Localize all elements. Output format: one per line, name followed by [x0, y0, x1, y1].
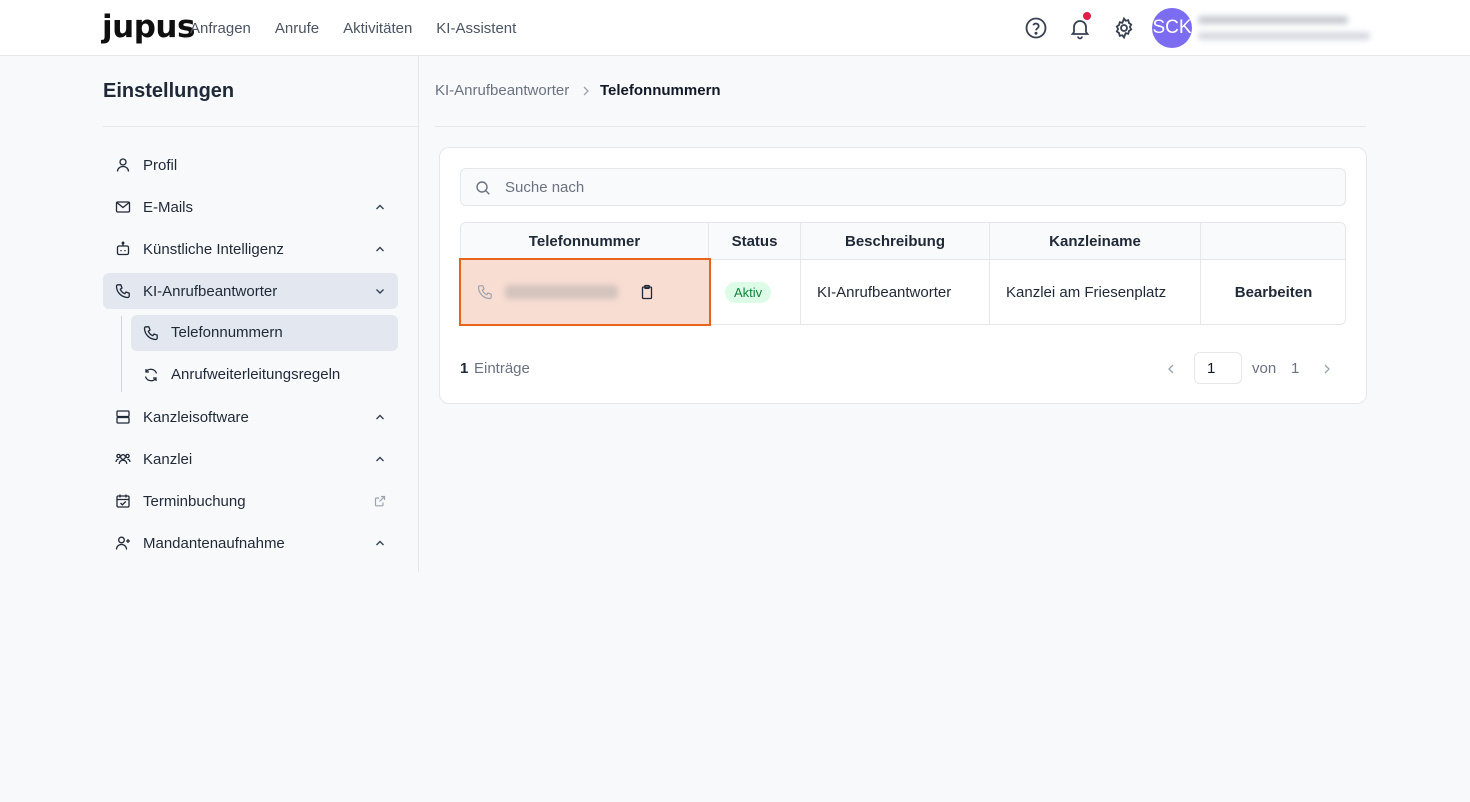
sidebar-item-kanzleisoftware[interactable]: Kanzleisoftware [103, 399, 398, 435]
chevron-right-icon[interactable] [1321, 363, 1333, 375]
nav-anrufe[interactable]: Anrufe [275, 20, 319, 37]
page-total: 1 [1291, 360, 1300, 377]
breadcrumb-divider [435, 126, 1366, 127]
jupus-logo[interactable]: jupus [102, 9, 195, 45]
sidebar-subitem-telefonnummern[interactable]: Telefonnummern [131, 315, 398, 351]
chevron-up-icon [375, 412, 385, 422]
table-cell-firm: Kanzlei am Friesenplatz [990, 260, 1201, 324]
help-icon[interactable] [1024, 16, 1048, 40]
column-header-actions [1201, 223, 1345, 260]
sidebar-item-label: KI-Anrufbeantworter [143, 282, 278, 300]
user-info-redacted[interactable] [1198, 12, 1374, 44]
submenu-line [121, 316, 122, 392]
sidebar-subitem-label: Anrufweiterleitungsregeln [171, 366, 341, 383]
sidebar-item-label: Kanzlei [143, 450, 193, 468]
sidebar-item-kuenstliche-intelligenz[interactable]: Künstliche Intelligenz [103, 231, 398, 267]
main-nav: Anfragen Anrufe Aktivitäten KI-Assistent [190, 0, 516, 56]
sidebar-subitem-label: Telefonnummern [171, 324, 283, 341]
sidebar-divider [103, 126, 418, 127]
mail-icon [115, 199, 131, 215]
chevron-up-icon [375, 454, 385, 464]
user-avatar[interactable]: SCK [1152, 8, 1192, 48]
chevron-up-icon [375, 202, 385, 212]
calendar-check-icon [115, 493, 131, 509]
external-link-icon [374, 495, 386, 507]
sidebar-item-label: Profil [143, 156, 178, 174]
bot-icon [115, 241, 131, 257]
search-input[interactable] [505, 169, 1325, 205]
chevron-up-icon [375, 538, 385, 548]
sidebar-item-label: E-Mails [143, 198, 194, 216]
chevron-right-icon [581, 85, 591, 97]
entry-count-label: Einträge [474, 360, 530, 377]
chevron-left-icon[interactable] [1165, 363, 1177, 375]
notification-dot [1083, 12, 1091, 20]
user-icon [115, 157, 131, 173]
column-header-telefonnummer: Telefonnummer [461, 223, 709, 260]
column-header-beschreibung: Beschreibung [801, 223, 990, 260]
sidebar-item-label: Mandantenaufnahme [143, 534, 285, 552]
sidebar-subitem-anrufweiterleitungsregeln[interactable]: Anrufweiterleitungsregeln [131, 357, 398, 393]
phone-icon [115, 283, 131, 299]
table-cell-description: KI-Anrufbeantworter [801, 260, 990, 324]
sidebar-item-profil[interactable]: Profil [103, 147, 398, 183]
status-badge: Aktiv [725, 282, 772, 303]
page-number-input[interactable] [1194, 352, 1242, 384]
breadcrumb-current: Telefonnummern [600, 82, 721, 99]
table-header-row: Telefonnummer Status Beschreibung Kanzle… [461, 223, 1345, 260]
nav-aktivitaeten[interactable]: Aktivitäten [343, 20, 412, 37]
sidebar-item-emails[interactable]: E-Mails [103, 189, 398, 225]
entry-count: 1 [460, 360, 469, 377]
phone-number-redacted [505, 285, 618, 299]
nav-ki-assistent[interactable]: KI-Assistent [436, 20, 516, 37]
users-icon [115, 451, 131, 467]
sidebar-item-label: Kanzleisoftware [143, 408, 249, 426]
server-icon [115, 409, 131, 425]
top-navigation-bar: jupus Anfragen Anrufe Aktivitäten KI-Ass… [0, 0, 1470, 56]
user-plus-icon [115, 535, 131, 551]
refresh-icon [143, 367, 159, 383]
nav-anfragen[interactable]: Anfragen [190, 20, 251, 37]
search-bar[interactable] [460, 168, 1346, 206]
sidebar-item-terminbuchung[interactable]: Terminbuchung [103, 483, 398, 519]
sidebar-item-label: Terminbuchung [143, 492, 246, 510]
bell-icon[interactable] [1068, 12, 1092, 40]
gear-icon[interactable] [1112, 16, 1136, 40]
clipboard-copy-icon[interactable] [639, 284, 655, 300]
sidebar-border [418, 56, 419, 572]
sidebar-item-mandantenaufnahme[interactable]: Mandantenaufnahme [103, 525, 398, 561]
sidebar-item-kanzlei[interactable]: Kanzlei [103, 441, 398, 477]
phone-icon [143, 325, 159, 341]
column-header-status: Status [709, 223, 801, 260]
settings-title: Einstellungen [103, 80, 235, 102]
phone-icon [477, 284, 493, 300]
breadcrumb-parent[interactable]: KI-Anrufbeantworter [435, 82, 569, 99]
search-icon [475, 180, 491, 196]
chevron-down-icon [375, 286, 385, 296]
sidebar-item-label: Künstliche Intelligenz [143, 240, 284, 258]
chevron-up-icon [375, 244, 385, 254]
column-header-kanzleiname: Kanzleiname [990, 223, 1201, 260]
page-of-label: von [1252, 360, 1277, 377]
sidebar-item-ki-anrufbeantworter[interactable]: KI-Anrufbeantworter [103, 273, 398, 309]
edit-button[interactable]: Bearbeiten [1201, 260, 1346, 324]
